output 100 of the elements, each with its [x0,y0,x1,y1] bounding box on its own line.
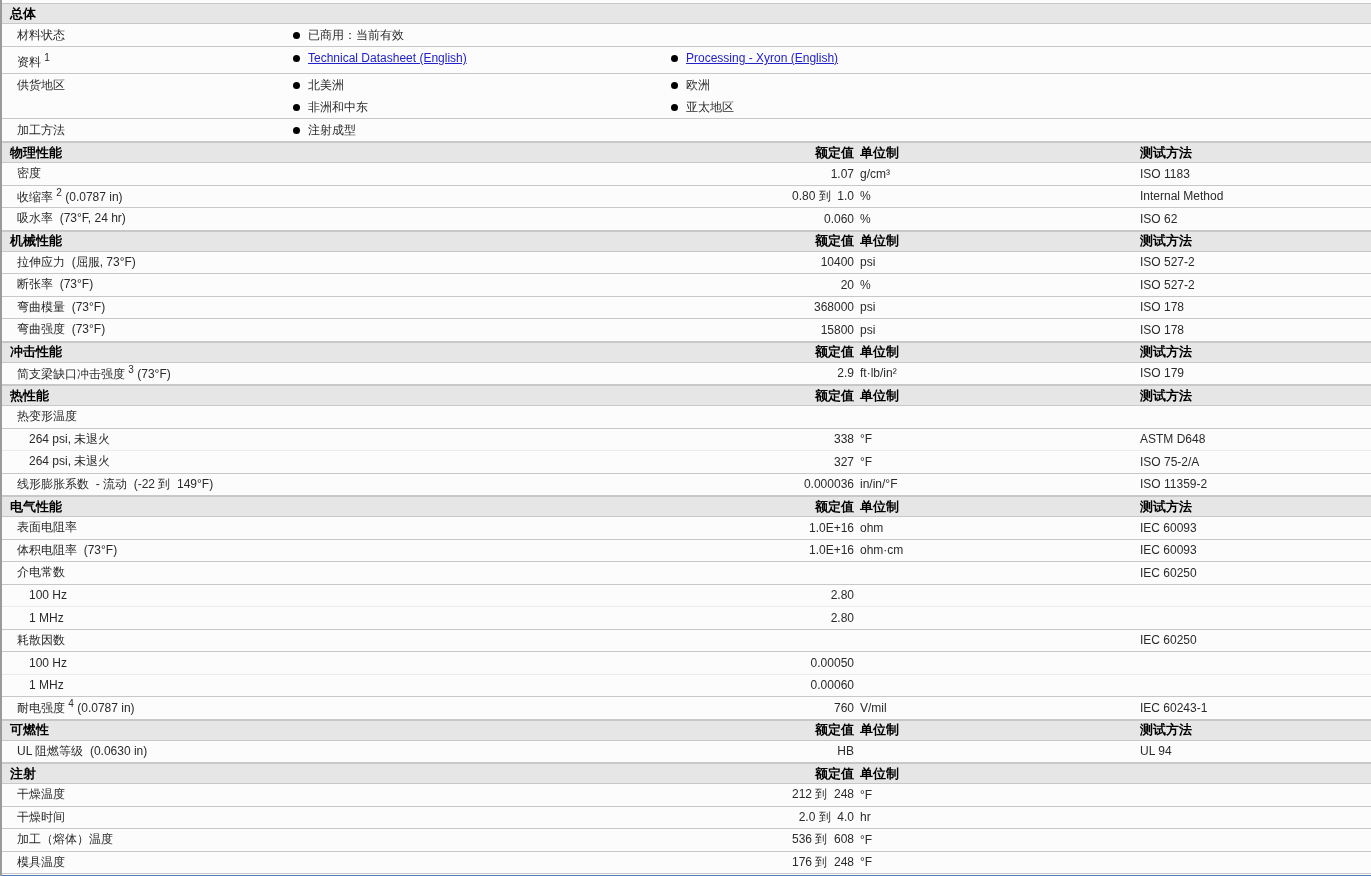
datasheet-link[interactable]: Technical Datasheet (English) [308,51,467,65]
bullet-icon [293,31,300,39]
column-heading: 额定值 [815,144,854,160]
bullet-icon [671,103,678,111]
test-method: ISO 178 [1140,300,1185,315]
property-label: 热变形温度 [17,409,77,424]
property-unit: °F [860,454,873,469]
property-unit: ohm [860,520,884,535]
test-method: ISO 1183 [1140,166,1190,181]
column-heading: 单位制 [860,765,899,781]
property-unit: psi [860,255,876,270]
property-label: 264 psi, 未退火 [29,454,111,469]
test-method: IEC 60250 [1140,633,1197,648]
column-heading: 单位制 [860,144,899,160]
property-unit: °F [860,432,873,447]
property-unit: in/in/°F [860,477,898,492]
column-heading: 单位制 [860,387,899,403]
section-title: 总体 [10,4,36,23]
test-method: ISO 75-2/A [1140,454,1200,469]
column-heading: 额定值 [815,233,854,248]
section-title: 可燃性 [9,721,50,739]
column-heading: 测试方法 [1140,233,1192,248]
list-text: 亚太地区 [686,98,734,116]
column-heading: 单位制 [860,233,899,248]
property-label: 弯曲模量 (73°F) [17,299,106,314]
column-heading: 额定值 [815,387,854,403]
property-unit: psi [860,322,876,337]
property-value: 212 到 248 [791,787,854,802]
property-label: 264 psi, 未退火 [29,431,111,446]
bullet-icon [293,126,300,134]
property-label: 干燥时间 [17,809,65,824]
column-heading: 额定值 [815,498,854,514]
property-unit: g/cm³ [860,166,890,181]
test-method: IEC 60243-1 [1140,700,1208,715]
property-label: 1 MHz [29,610,64,625]
test-method: ISO 62 [1140,211,1178,226]
datasheet-link[interactable]: Processing - Xyron (English) [686,51,839,65]
bullet-icon [293,103,300,111]
property-value: 0.060 [823,211,854,226]
property-value: 2.0 到 4.0 [798,809,854,824]
property-label: 100 Hz [29,588,68,603]
property-value: 2.9 [837,366,854,381]
section-title: 机械性能 [8,232,63,250]
property-unit: ft·lb/in² [860,366,897,381]
property-unit: hr [860,810,871,825]
test-method: ISO 11359-2 [1140,477,1208,492]
property-label: 收缩率 $^{2}$ (0.0787 in) [17,189,123,204]
column-heading: 单位制 [860,498,899,514]
property-value: 20 [840,277,854,292]
column-heading: 额定值 [815,344,854,359]
test-method: ISO 527-2 [1140,277,1195,292]
property-value: 176 到 248 [791,854,854,869]
test-method: UL 94 [1140,744,1172,759]
property-value: 15800 [820,322,854,337]
property-label: 弯曲强度 (73°F) [17,322,106,337]
property-value: 0.00060 [810,678,854,693]
property-value: 0.80 到 1.0 [791,188,854,203]
list-text: 已商用：当前有效 [308,26,404,44]
property-label: 加工方法 [16,122,66,139]
property-unit: % [860,277,871,292]
column-heading: 测试方法 [1140,144,1192,160]
column-heading: 测试方法 [1140,344,1192,359]
column-heading: 额定值 [815,765,854,781]
test-method: Internal Method [1140,189,1224,204]
property-unit: V/mil [860,700,887,715]
property-value: 536 到 608 [791,832,854,847]
section-title: 电气性能 [9,497,63,516]
property-label: 耗散因数 [17,632,65,647]
property-label: 模具温度 [17,854,65,869]
list-text: 北美洲 [308,76,344,94]
property-unit: ohm·cm [860,543,904,558]
property-label: 表面电阻率 [17,520,77,535]
column-heading: 额定值 [815,722,854,737]
column-heading: 测试方法 [1140,722,1192,737]
property-label: 密度 [17,166,41,181]
column-heading: 测试方法 [1140,387,1192,403]
property-label: 材料状态 [16,27,66,44]
test-method: ISO 178 [1140,322,1185,337]
property-value: 338 [833,432,854,447]
property-value: 1.07 [830,166,854,181]
property-value: 2.80 [830,610,854,625]
property-label: 供货地区 [16,77,66,94]
list-text: 注射成型 [308,121,356,139]
property-label: 体积电阻率 (73°F) [17,542,118,557]
property-label: 简支梁缺口冲击强度 $^{3}$ (73°F) [17,366,171,381]
column-heading: 单位制 [860,722,899,737]
section-title: 物理性能 [9,143,63,162]
bullet-icon [671,81,678,89]
property-value: HB [837,744,854,759]
property-value: 0.000036 [803,477,854,492]
property-label: UL 阻燃等级 (0.0630 in) [17,743,148,758]
column-heading: 测试方法 [1140,498,1192,514]
property-label: 断张率 (73°F) [17,277,94,292]
bullet-icon [293,81,300,89]
test-method: IEC 60093 [1140,520,1197,535]
test-method: ISO 179 [1140,366,1185,381]
test-method: ASTM D648 [1140,432,1206,447]
test-method: IEC 60093 [1140,543,1197,558]
list-text: 欧洲 [686,76,710,94]
property-value: 0.00050 [810,655,854,670]
